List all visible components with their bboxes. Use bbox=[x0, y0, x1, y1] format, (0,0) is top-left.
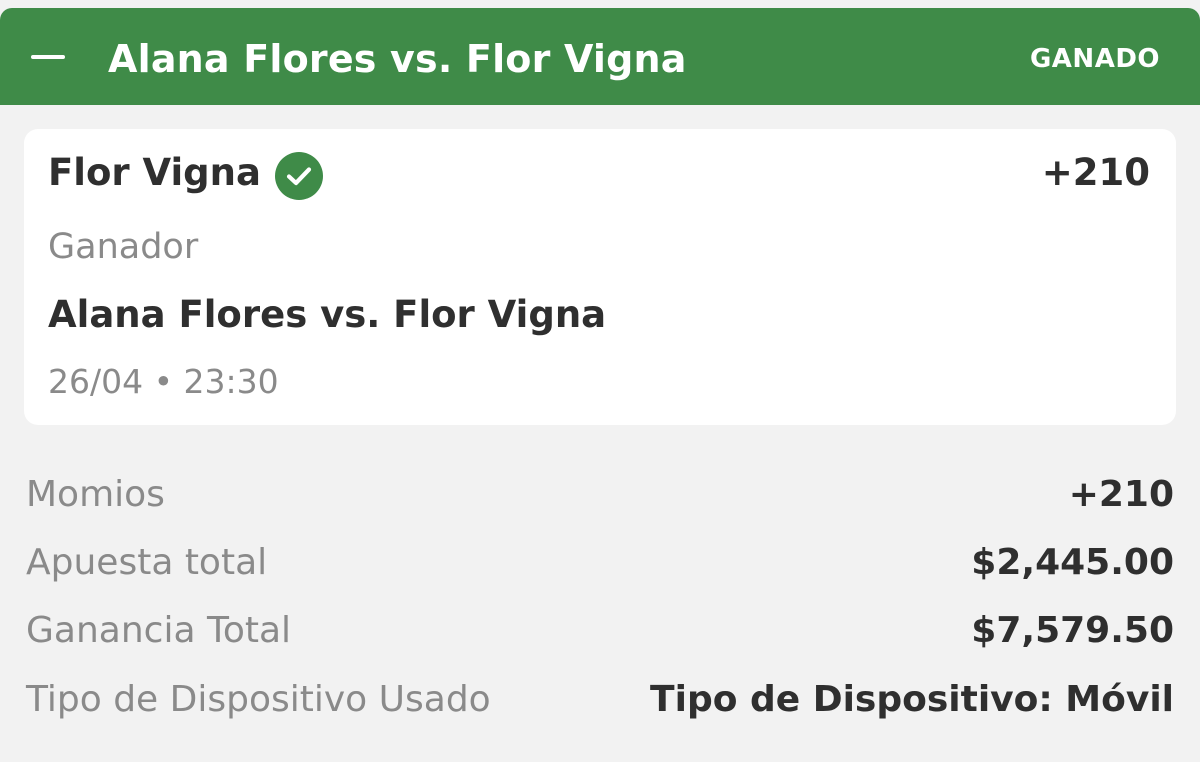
event-name: Alana Flores vs. Flor Vigna bbox=[48, 293, 607, 336]
bet-header[interactable]: Alana Flores vs. Flor Vigna GANADO bbox=[0, 8, 1200, 105]
selection-odds: +210 bbox=[1041, 151, 1150, 194]
odds-label: Momios bbox=[26, 474, 165, 515]
check-circle-icon bbox=[275, 152, 323, 200]
collapse-icon[interactable] bbox=[31, 55, 65, 59]
market-name: Ganador bbox=[48, 227, 199, 267]
total-stake-label: Apuesta total bbox=[26, 542, 268, 583]
total-winnings-label: Ganancia Total bbox=[26, 610, 292, 651]
total-winnings-value: $7,579.50 bbox=[971, 610, 1174, 651]
total-stake-value: $2,445.00 bbox=[971, 542, 1174, 583]
header-event-title: Alana Flores vs. Flor Vigna bbox=[108, 37, 687, 81]
event-datetime: 26/04 • 23:30 bbox=[48, 362, 279, 401]
odds-value: +210 bbox=[1068, 474, 1174, 515]
device-type-value: Tipo de Dispositivo: Móvil bbox=[650, 679, 1174, 720]
device-type-label: Tipo de Dispositivo Usado bbox=[26, 679, 491, 720]
status-badge: GANADO bbox=[1029, 44, 1160, 74]
selection-card: Flor Vigna +210 Ganador Alana Flores vs.… bbox=[24, 129, 1176, 425]
selection-name: Flor Vigna bbox=[48, 151, 261, 194]
